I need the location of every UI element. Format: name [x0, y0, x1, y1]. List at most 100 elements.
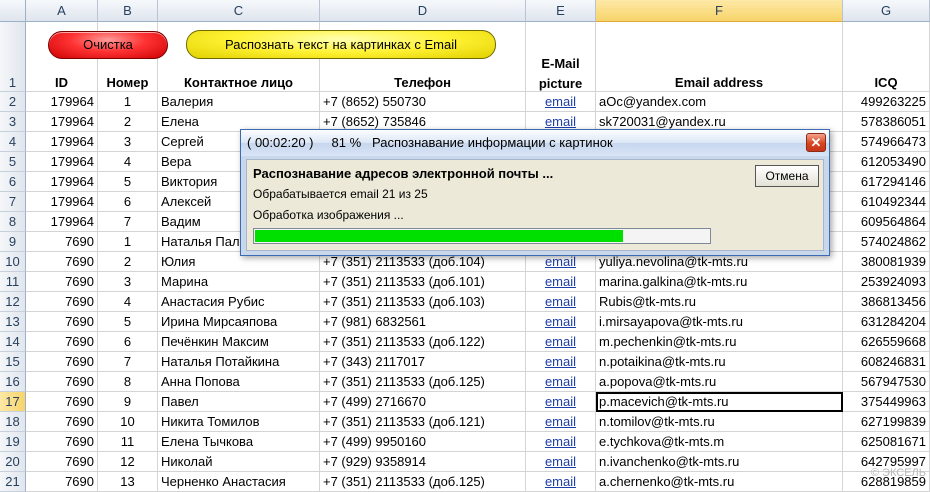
table-cell[interactable]: Ирина Мирсаяпова [158, 312, 320, 332]
table-cell[interactable]: n.potaikina@tk-mts.ru [596, 352, 843, 372]
table-cell[interactable]: 627199839 [843, 412, 930, 432]
table-cell[interactable]: +7 (351) 2113533 (доб.125) [320, 372, 526, 392]
table-cell[interactable]: 626559668 [843, 332, 930, 352]
recognize-email-images-button[interactable]: Распознать текст на картинках с Email [186, 30, 496, 59]
table-cell[interactable]: 7690 [26, 272, 98, 292]
table-cell[interactable]: 7690 [26, 412, 98, 432]
table-cell[interactable]: Черненко Анастасия [158, 472, 320, 492]
column-header-g[interactable]: G [843, 0, 930, 22]
row-header[interactable]: 12 [0, 292, 26, 312]
row-header[interactable]: 4 [0, 132, 26, 152]
row-header[interactable]: 7 [0, 192, 26, 212]
table-cell[interactable]: 499263225 [843, 92, 930, 112]
table-cell[interactable]: Rubis@tk-mts.ru [596, 292, 843, 312]
dialog-titlebar[interactable]: ( 00:02:20 ) 81 % Распознавание информац… [241, 130, 829, 156]
table-cell[interactable]: 567947530 [843, 372, 930, 392]
row-header[interactable]: 19 [0, 432, 26, 452]
table-cell[interactable]: Анна Попова [158, 372, 320, 392]
table-cell[interactable]: 179964 [26, 132, 98, 152]
table-cell[interactable]: 7690 [26, 312, 98, 332]
row-header[interactable]: 11 [0, 272, 26, 292]
table-cell[interactable]: 7 [98, 352, 158, 372]
table-cell[interactable]: n.tomilov@tk-mts.ru [596, 412, 843, 432]
email-picture-link[interactable]: email [526, 352, 596, 372]
table-cell[interactable]: 179964 [26, 112, 98, 132]
table-cell[interactable]: 578386051 [843, 112, 930, 132]
table-cell[interactable]: 3 [98, 132, 158, 152]
table-cell[interactable]: +7 (499) 2716670 [320, 392, 526, 412]
table-cell[interactable]: 610492344 [843, 192, 930, 212]
table-cell[interactable]: Елена Тычкова [158, 432, 320, 452]
column-header-f[interactable]: F [596, 0, 843, 22]
table-cell[interactable]: 11 [98, 432, 158, 452]
table-cell[interactable]: 1 [98, 92, 158, 112]
email-picture-link[interactable]: email [526, 332, 596, 352]
email-picture-link[interactable]: email [526, 372, 596, 392]
row-header[interactable]: 16 [0, 372, 26, 392]
row-header[interactable]: 2 [0, 92, 26, 112]
table-cell[interactable]: n.ivanchenko@tk-mts.ru [596, 452, 843, 472]
table-cell[interactable]: a.popova@tk-mts.ru [596, 372, 843, 392]
table-cell[interactable]: 617294146 [843, 172, 930, 192]
table-cell[interactable]: 574966473 [843, 132, 930, 152]
table-cell[interactable]: p.macevich@tk-mts.ru [596, 392, 843, 412]
column-header-d[interactable]: D [320, 0, 526, 22]
table-cell[interactable]: 6 [98, 332, 158, 352]
close-icon[interactable]: ✕ [806, 133, 826, 152]
table-cell[interactable]: 7690 [26, 432, 98, 452]
row-header[interactable]: 9 [0, 232, 26, 252]
table-cell[interactable]: e.tychkova@tk-mts.m [596, 432, 843, 452]
table-cell[interactable]: 609564864 [843, 212, 930, 232]
table-cell[interactable]: 574024862 [843, 232, 930, 252]
table-cell[interactable]: 6 [98, 192, 158, 212]
email-picture-link[interactable]: email [526, 292, 596, 312]
column-header-b[interactable]: B [98, 0, 158, 22]
email-picture-link[interactable]: email [526, 432, 596, 452]
table-cell[interactable]: marina.galkina@tk-mts.ru [596, 272, 843, 292]
table-cell[interactable]: 612053490 [843, 152, 930, 172]
table-cell[interactable]: 8 [98, 372, 158, 392]
table-cell[interactable]: 12 [98, 452, 158, 472]
table-cell[interactable]: 7690 [26, 472, 98, 492]
table-cell[interactable]: 386813456 [843, 292, 930, 312]
cancel-button[interactable]: Отмена [755, 165, 819, 187]
email-picture-link[interactable]: email [526, 92, 596, 112]
table-cell[interactable]: +7 (351) 2113533 (доб.121) [320, 412, 526, 432]
table-cell[interactable]: 7690 [26, 252, 98, 272]
table-cell[interactable]: Наталья Потайкина [158, 352, 320, 372]
table-cell[interactable]: +7 (499) 9950160 [320, 432, 526, 452]
clear-button[interactable]: Очистка [48, 31, 168, 59]
table-cell[interactable]: Николай [158, 452, 320, 472]
table-cell[interactable]: +7 (351) 2113533 (доб.125) [320, 472, 526, 492]
row-header[interactable]: 1 [0, 22, 26, 92]
row-header[interactable]: 17 [0, 392, 26, 412]
row-header[interactable]: 6 [0, 172, 26, 192]
email-picture-link[interactable]: email [526, 272, 596, 292]
table-cell[interactable]: 179964 [26, 92, 98, 112]
table-cell[interactable]: Никита Томилов [158, 412, 320, 432]
table-cell[interactable]: 7690 [26, 372, 98, 392]
table-cell[interactable]: 9 [98, 392, 158, 412]
table-cell[interactable]: 179964 [26, 152, 98, 172]
table-cell[interactable]: 3 [98, 272, 158, 292]
table-cell[interactable]: 2 [98, 252, 158, 272]
row-header[interactable]: 8 [0, 212, 26, 232]
table-cell[interactable]: 7690 [26, 292, 98, 312]
table-cell[interactable]: 5 [98, 172, 158, 192]
table-cell[interactable]: 5 [98, 312, 158, 332]
table-cell[interactable]: i.mirsayapova@tk-mts.ru [596, 312, 843, 332]
table-cell[interactable]: +7 (351) 2113533 (доб.122) [320, 332, 526, 352]
table-cell[interactable]: +7 (343) 2117017 [320, 352, 526, 372]
table-cell[interactable]: 4 [98, 152, 158, 172]
table-cell[interactable]: Валерия [158, 92, 320, 112]
table-cell[interactable]: 179964 [26, 172, 98, 192]
table-cell[interactable]: 380081939 [843, 252, 930, 272]
table-cell[interactable]: +7 (929) 9358914 [320, 452, 526, 472]
table-cell[interactable]: 253924093 [843, 272, 930, 292]
table-cell[interactable]: 7690 [26, 452, 98, 472]
email-picture-link[interactable]: email [526, 472, 596, 492]
table-cell[interactable]: Печёнкин Максим [158, 332, 320, 352]
row-header[interactable]: 14 [0, 332, 26, 352]
table-cell[interactable]: 13 [98, 472, 158, 492]
table-cell[interactable]: a.chernenko@tk-mts.ru [596, 472, 843, 492]
